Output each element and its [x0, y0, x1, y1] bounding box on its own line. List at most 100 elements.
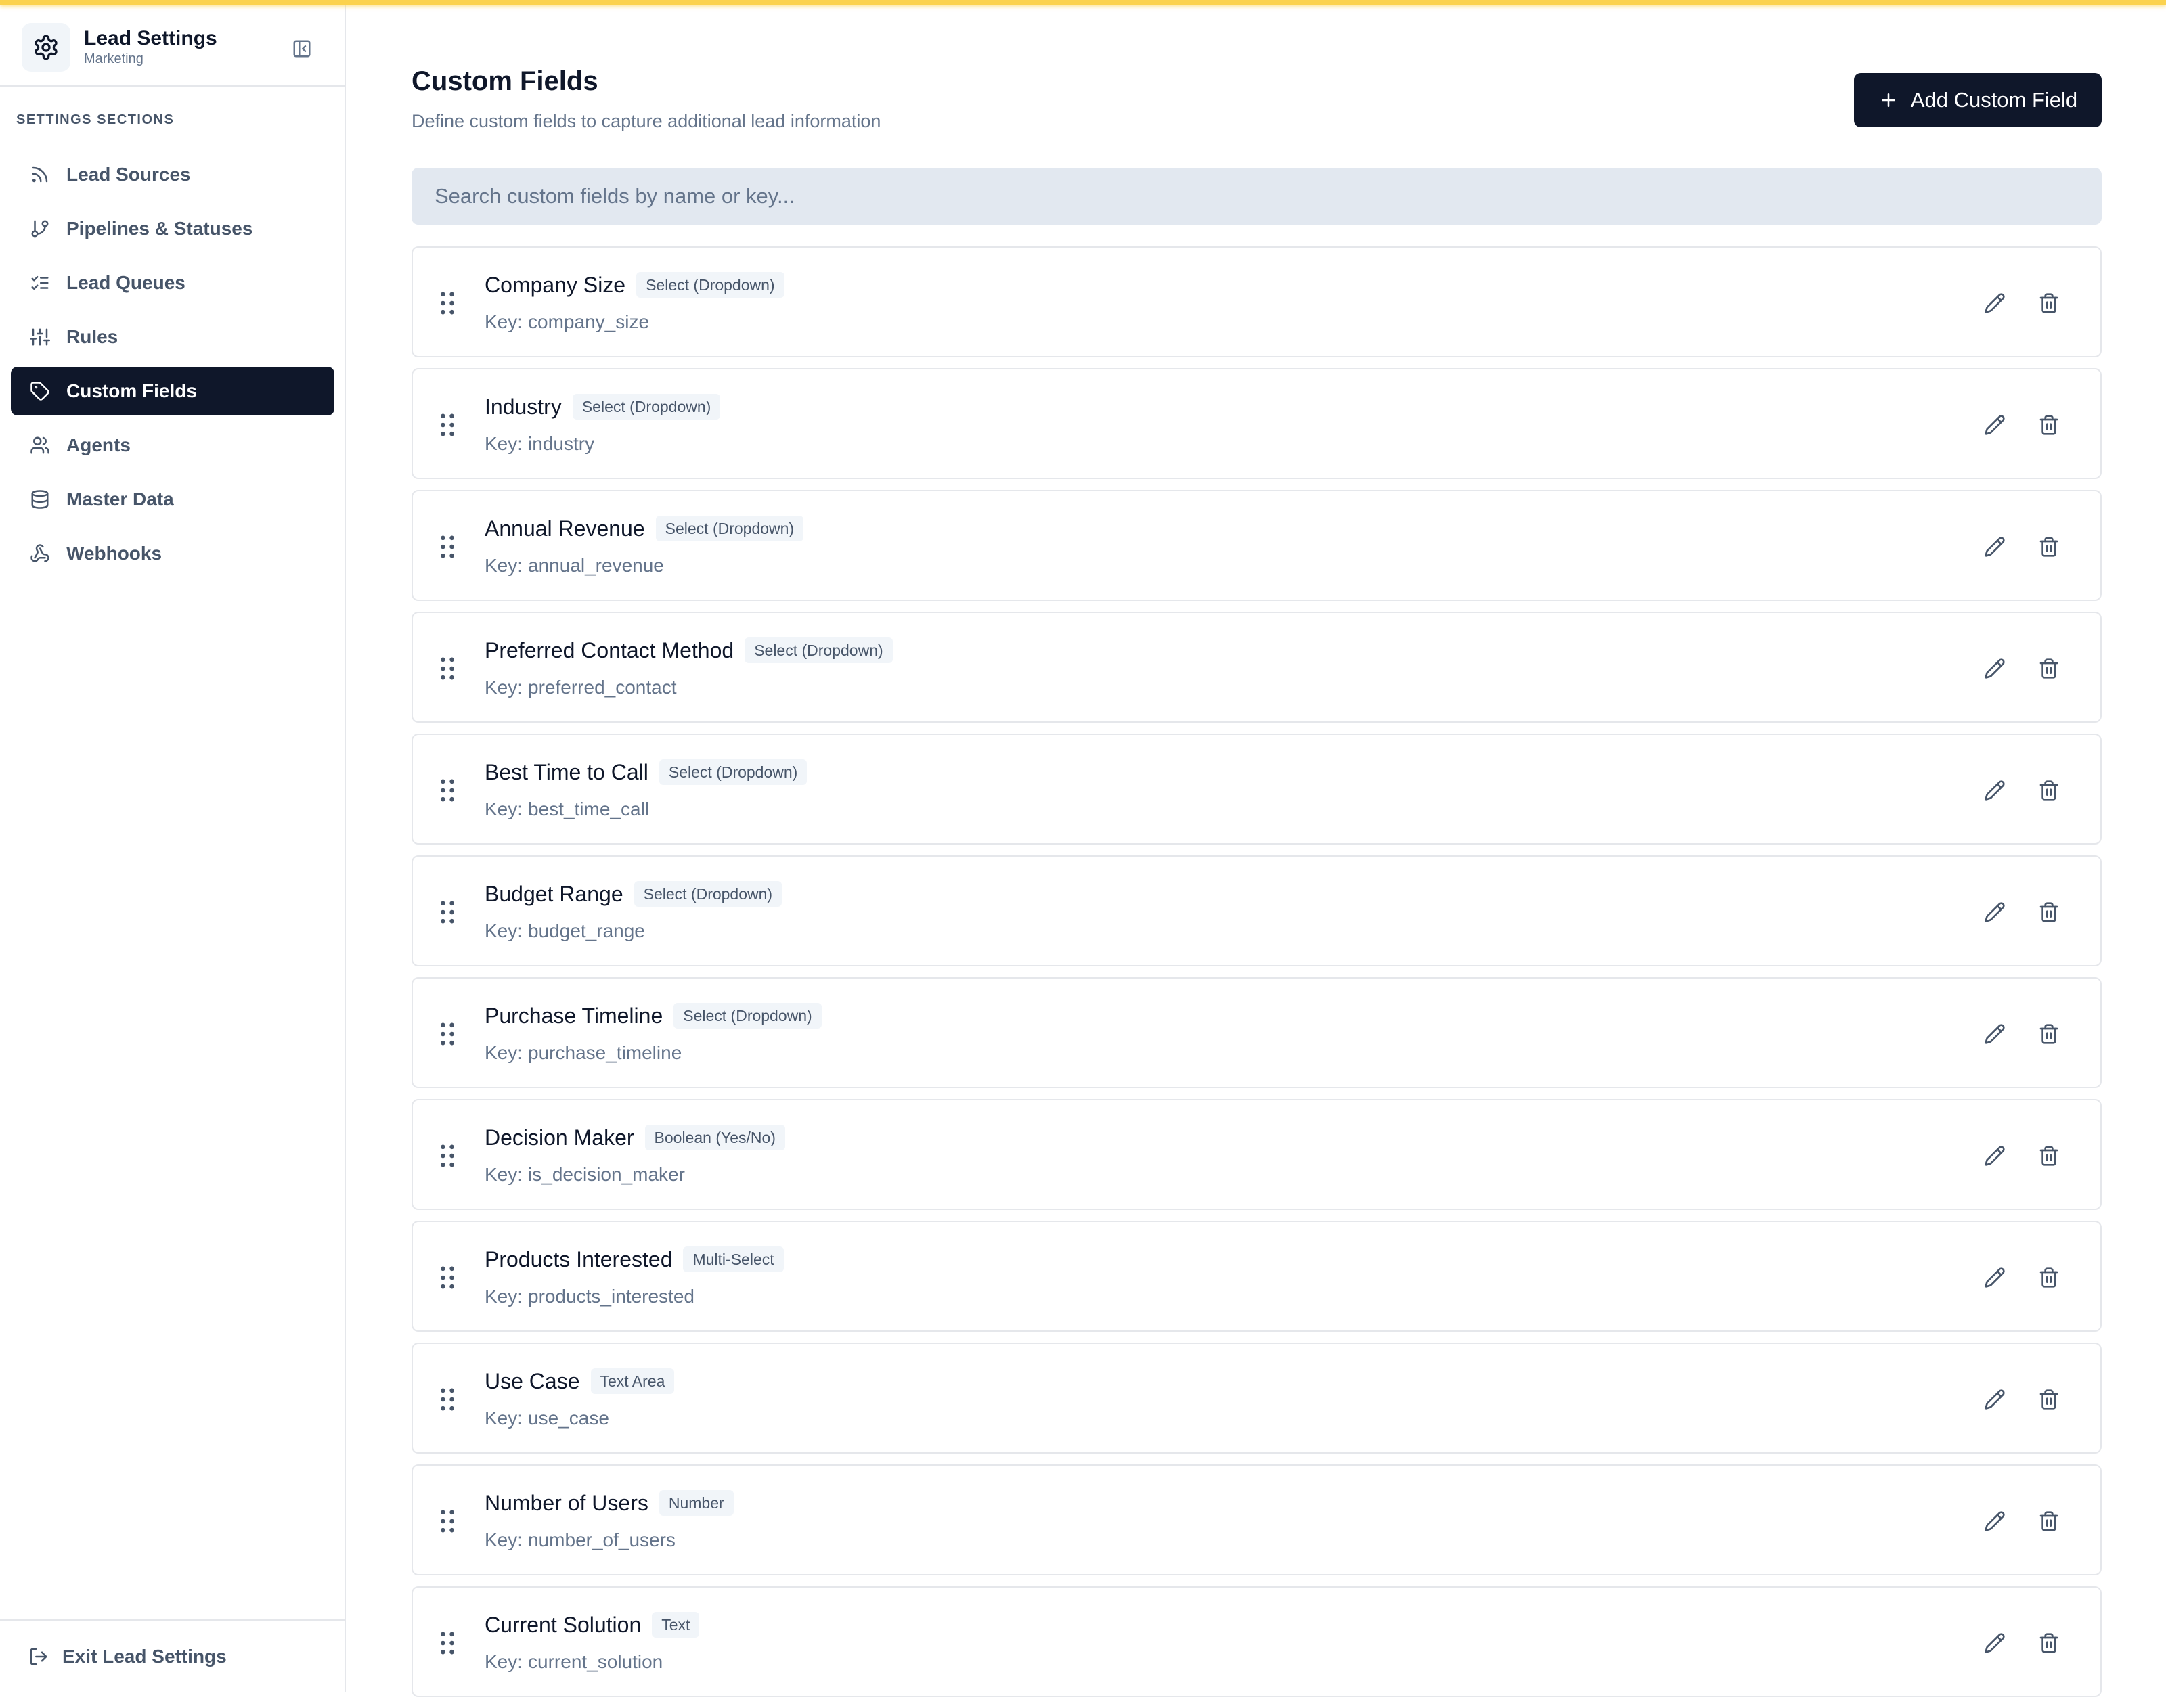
delete-field-button[interactable]: [2033, 774, 2065, 807]
field-key: Key: budget_range: [485, 920, 645, 942]
delete-field-button[interactable]: [2033, 652, 2065, 685]
field-title-row: Budget Range Select (Dropdown): [485, 881, 782, 907]
field-key-value: is_decision_maker: [528, 1164, 685, 1185]
drag-handle-icon[interactable]: [439, 655, 456, 682]
field-type-badge: Text Area: [590, 1368, 675, 1394]
edit-field-button[interactable]: [1979, 287, 2011, 319]
field-title-row: Annual Revenue Select (Dropdown): [485, 516, 804, 541]
sidebar-item-custom-fields[interactable]: Custom Fields: [11, 367, 334, 415]
field-key: Key: best_time_call: [485, 799, 649, 820]
drag-handle-icon[interactable]: [439, 1142, 456, 1169]
sidebar-item-label: Custom Fields: [66, 380, 197, 401]
custom-field-row: Decision Maker Boolean (Yes/No) Key: is_d…: [412, 1099, 2102, 1210]
users-icon: [28, 434, 51, 457]
delete-field-button[interactable]: [2033, 1018, 2065, 1050]
edit-field-button[interactable]: [1979, 1627, 2011, 1659]
drag-handle-icon[interactable]: [439, 1508, 456, 1535]
field-key-label: Key:: [485, 799, 523, 819]
delete-field-button[interactable]: [2033, 1261, 2065, 1294]
edit-field-button[interactable]: [1979, 1261, 2011, 1294]
edit-field-button[interactable]: [1979, 531, 2011, 563]
sidebar-header: Lead Settings Marketing: [0, 5, 345, 87]
field-key-value: budget_range: [528, 920, 645, 941]
gear-icon: [22, 23, 70, 72]
sidebar-item-rules[interactable]: Rules: [11, 313, 334, 361]
custom-field-row: Preferred Contact Method Select (Dropdow…: [412, 612, 2102, 723]
field-key: Key: products_interested: [485, 1286, 694, 1307]
pencil-icon: [1985, 1146, 2005, 1166]
field-key-value: preferred_contact: [528, 677, 677, 698]
sidebar-item-pipelines-statuses[interactable]: Pipelines & Statuses: [11, 204, 334, 253]
trash-icon: [2039, 1267, 2058, 1288]
app-title: Lead Settings: [84, 27, 217, 49]
edit-field-button[interactable]: [1979, 409, 2011, 441]
delete-field-button[interactable]: [2033, 1140, 2065, 1172]
edit-field-button[interactable]: [1979, 896, 2011, 928]
webhook-icon: [28, 542, 51, 565]
drag-handle-icon[interactable]: [439, 533, 456, 560]
delete-field-button[interactable]: [2033, 896, 2065, 928]
edit-field-button[interactable]: [1979, 1140, 2011, 1172]
trash-icon: [2039, 1633, 2058, 1653]
drag-handle-icon[interactable]: [439, 290, 456, 317]
field-actions: [1979, 1627, 2065, 1659]
trash-icon: [2039, 658, 2058, 679]
field-key: Key: number_of_users: [485, 1529, 676, 1551]
pencil-icon: [1985, 1633, 2005, 1653]
edit-field-button[interactable]: [1979, 1018, 2011, 1050]
field-actions: [1979, 896, 2065, 928]
field-title-row: Number of Users Number: [485, 1490, 734, 1516]
drag-handle-icon[interactable]: [439, 777, 456, 804]
field-key-value: products_interested: [528, 1286, 694, 1307]
drag-handle-icon[interactable]: [439, 1386, 456, 1413]
field-key: Key: industry: [485, 433, 594, 455]
field-key-label: Key:: [485, 433, 523, 454]
custom-field-list: Company Size Select (Dropdown) Key: compa…: [412, 246, 2102, 1708]
sidebar-item-label: Agents: [66, 434, 131, 455]
field-key-value: industry: [528, 433, 595, 454]
custom-field-row: Purchase Timeline Select (Dropdown) Key:…: [412, 977, 2102, 1088]
field-title-row: Best Time to Call Select (Dropdown): [485, 759, 808, 785]
drag-handle-icon[interactable]: [439, 899, 456, 926]
sliders-icon: [28, 325, 51, 349]
search-input[interactable]: [412, 168, 2102, 225]
field-key-label: Key:: [485, 1529, 523, 1550]
delete-field-button[interactable]: [2033, 409, 2065, 441]
drag-handle-icon[interactable]: [439, 411, 456, 439]
sidebar-item-agents[interactable]: Agents: [11, 421, 334, 470]
drag-handle-icon[interactable]: [439, 1264, 456, 1291]
field-name: Current Solution: [485, 1612, 642, 1637]
tag-icon: [28, 380, 51, 403]
custom-field-row: Best Time to Call Select (Dropdown) Key:…: [412, 734, 2102, 845]
add-custom-field-button[interactable]: Add Custom Field: [1854, 73, 2102, 127]
trash-icon: [2039, 902, 2058, 922]
field-type-badge: Select (Dropdown): [745, 637, 893, 663]
delete-field-button[interactable]: [2033, 1505, 2065, 1537]
sidebar-item-lead-queues[interactable]: Lead Queues: [11, 259, 334, 307]
page-title: Custom Fields: [412, 66, 598, 96]
edit-field-button[interactable]: [1979, 1505, 2011, 1537]
sidebar-item-lead-sources[interactable]: Lead Sources: [11, 150, 334, 199]
field-type-badge: Select (Dropdown): [572, 394, 721, 420]
trash-icon: [2039, 1146, 2058, 1166]
sidebar-item-master-data[interactable]: Master Data: [11, 475, 334, 524]
drag-handle-icon[interactable]: [439, 1020, 456, 1048]
git-branch-icon: [28, 217, 51, 240]
drag-handle-icon[interactable]: [439, 1630, 456, 1657]
field-name: Products Interested: [485, 1246, 673, 1272]
trash-icon: [2039, 293, 2058, 313]
collapse-sidebar-button[interactable]: [288, 35, 315, 62]
field-actions: [1979, 1383, 2065, 1416]
delete-field-button[interactable]: [2033, 287, 2065, 319]
delete-field-button[interactable]: [2033, 1383, 2065, 1416]
sidebar-item-webhooks[interactable]: Webhooks: [11, 529, 334, 578]
edit-field-button[interactable]: [1979, 652, 2011, 685]
custom-field-row: Current Solution Text Key: current_soluti…: [412, 1586, 2102, 1697]
delete-field-button[interactable]: [2033, 531, 2065, 563]
edit-field-button[interactable]: [1979, 774, 2011, 807]
delete-field-button[interactable]: [2033, 1627, 2065, 1659]
edit-field-button[interactable]: [1979, 1383, 2011, 1416]
trash-icon: [2039, 1389, 2058, 1410]
exit-lead-settings-button[interactable]: Exit Lead Settings: [27, 1645, 227, 1668]
custom-field-row: Budget Range Select (Dropdown) Key: budge…: [412, 855, 2102, 966]
